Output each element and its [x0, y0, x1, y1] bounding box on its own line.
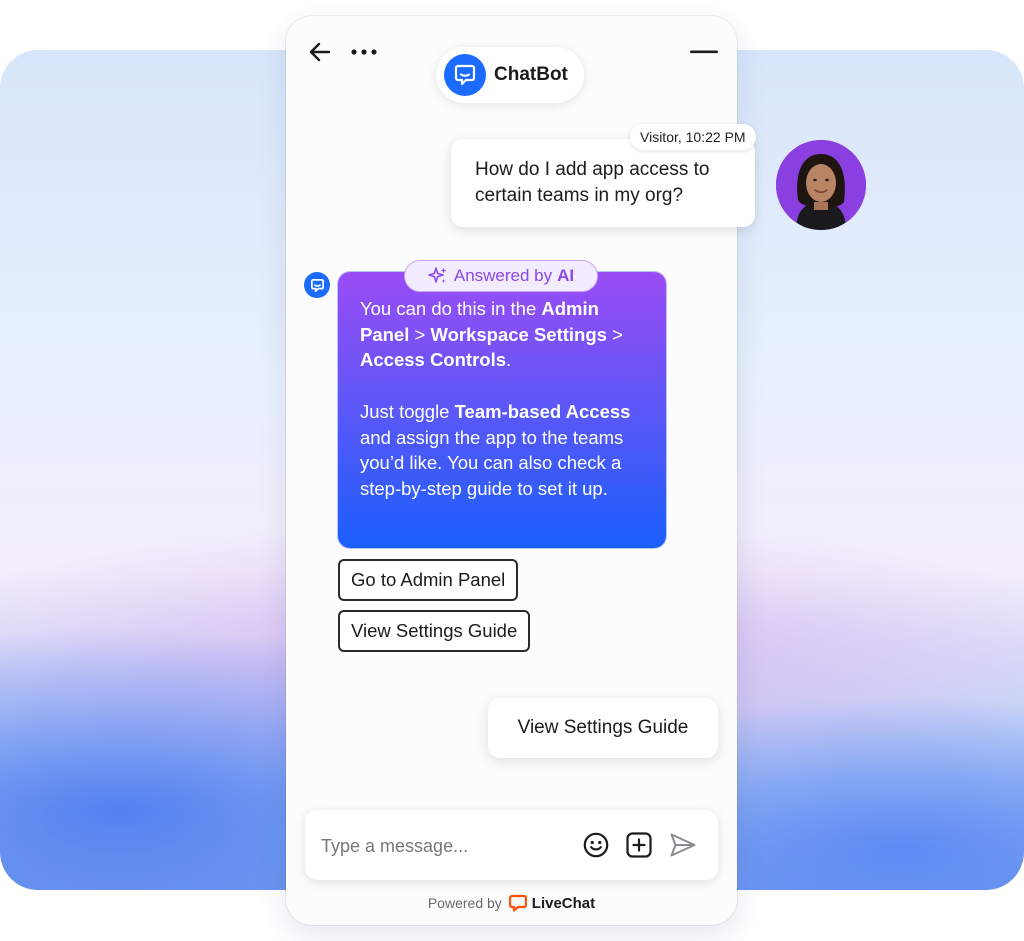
- message-timestamp: Visitor, 10:22 PM: [630, 124, 756, 150]
- back-button[interactable]: [306, 38, 334, 66]
- emoji-button[interactable]: [582, 831, 610, 859]
- livechat-logo-icon: [508, 894, 527, 912]
- minimize-icon: [690, 50, 718, 54]
- more-horizontal-icon: [351, 49, 377, 55]
- bot-message: You can do this in the Admin Panel > Wor…: [338, 272, 666, 548]
- message-composer: [305, 810, 718, 880]
- bot-message-paragraph-2: Just toggle Team-based Access and assign…: [360, 400, 631, 499]
- arrow-left-icon: [309, 42, 331, 62]
- chatbot-header: ChatBot: [436, 47, 584, 103]
- answered-by-ai-badge: Answered by AI: [404, 260, 598, 292]
- attach-button[interactable]: [625, 831, 653, 859]
- send-icon: [670, 833, 696, 857]
- chatbot-title: ChatBot: [494, 64, 568, 85]
- sparkle-icon: [428, 267, 447, 283]
- minimize-button[interactable]: [684, 38, 724, 66]
- visitor-avatar: [776, 140, 866, 230]
- livechat-brand[interactable]: LiveChat: [532, 895, 595, 912]
- send-button[interactable]: [668, 831, 698, 859]
- go-to-admin-panel-button[interactable]: Go to Admin Panel: [338, 559, 519, 601]
- chat-window: ChatBot How do I add app access to certa…: [286, 16, 756, 925]
- bot-message-paragraph-1: You can do this in the Admin Panel > Wor…: [360, 298, 623, 371]
- more-options-button[interactable]: [348, 38, 380, 66]
- smiley-icon: [583, 832, 609, 858]
- plus-square-icon: [626, 832, 652, 858]
- message-input[interactable]: [319, 828, 563, 864]
- visitor-reply-message: View Settings Guide: [488, 698, 718, 758]
- view-settings-guide-button[interactable]: View Settings Guide: [338, 610, 531, 652]
- bot-avatar-icon: [304, 272, 330, 298]
- chatbot-logo-icon: [444, 54, 486, 96]
- visitor-message: How do I add app access to certain teams…: [451, 139, 755, 227]
- powered-by-footer: Powered by LiveChat: [427, 894, 596, 912]
